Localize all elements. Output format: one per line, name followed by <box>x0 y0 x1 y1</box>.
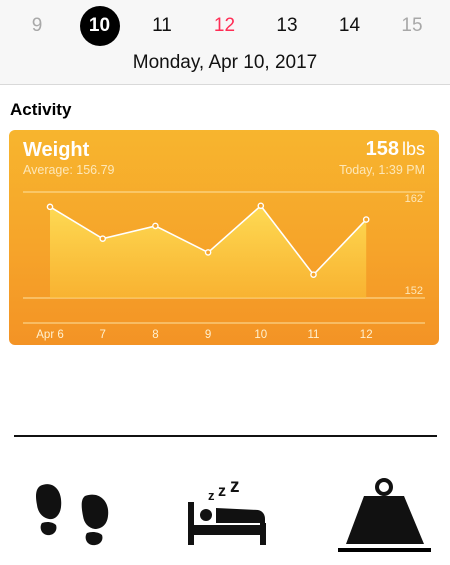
data-point <box>257 202 265 210</box>
tab-bar-divider <box>14 435 130 437</box>
day-11[interactable]: 11 <box>142 6 182 46</box>
day-9[interactable]: 9 <box>17 6 57 46</box>
weight-unit: lbs <box>401 139 425 159</box>
data-point <box>362 216 370 223</box>
selected-tab-indicator <box>338 548 431 552</box>
day-strip: 9 10 11 12 13 14 15 <box>0 0 450 50</box>
timestamp-label: Today, 1:39 PM <box>339 163 425 177</box>
footprints-icon[interactable] <box>30 478 116 546</box>
card-title: Weight <box>23 139 90 161</box>
average-label: Average: 156.79 <box>23 163 115 177</box>
weight-number: 158 <box>365 138 399 160</box>
x-tick-label: 8 <box>152 329 158 341</box>
date-header: 9 10 11 12 13 14 15 Monday, Apr 10, 2017 <box>0 0 450 85</box>
x-tick-label: 11 <box>308 329 320 341</box>
day-12[interactable]: 12 <box>205 6 245 46</box>
svg-text:z: z <box>218 483 226 500</box>
day-10[interactable]: 10 <box>79 6 120 46</box>
x-tick-label: 7 <box>99 329 105 341</box>
tab-bar-divider <box>130 435 330 437</box>
sleep-bed-icon[interactable]: z z z <box>186 478 268 546</box>
x-tick-label: 10 <box>254 329 267 341</box>
weight-chart: 162 152 Apr 6 7 8 9 10 11 12 <box>23 191 425 341</box>
x-tick-label: Apr 6 <box>36 329 64 341</box>
y-tick-label: 162 <box>405 193 423 205</box>
day-13[interactable]: 13 <box>267 6 307 46</box>
data-point <box>204 249 212 256</box>
section-title: Activity <box>10 100 72 119</box>
weight-icon[interactable] <box>344 478 426 546</box>
weight-value: 158 lbs <box>366 138 425 161</box>
data-point <box>46 203 54 211</box>
tab-bar-divider <box>330 435 437 437</box>
data-point <box>310 271 317 278</box>
data-point <box>99 235 106 242</box>
y-tick-label: 152 <box>405 285 423 297</box>
svg-text:z: z <box>208 488 215 503</box>
x-tick-label: 9 <box>205 329 211 341</box>
x-tick-label: 12 <box>360 329 373 341</box>
selected-date-label: Monday, Apr 10, 2017 <box>132 52 318 73</box>
data-point <box>152 222 159 230</box>
day-15[interactable]: 15 <box>392 6 432 46</box>
day-14[interactable]: 14 <box>330 6 370 46</box>
weight-card[interactable]: Weight 158 lbs Average: 156.79 Today, 1:3… <box>9 130 439 345</box>
svg-text:z: z <box>230 478 240 497</box>
